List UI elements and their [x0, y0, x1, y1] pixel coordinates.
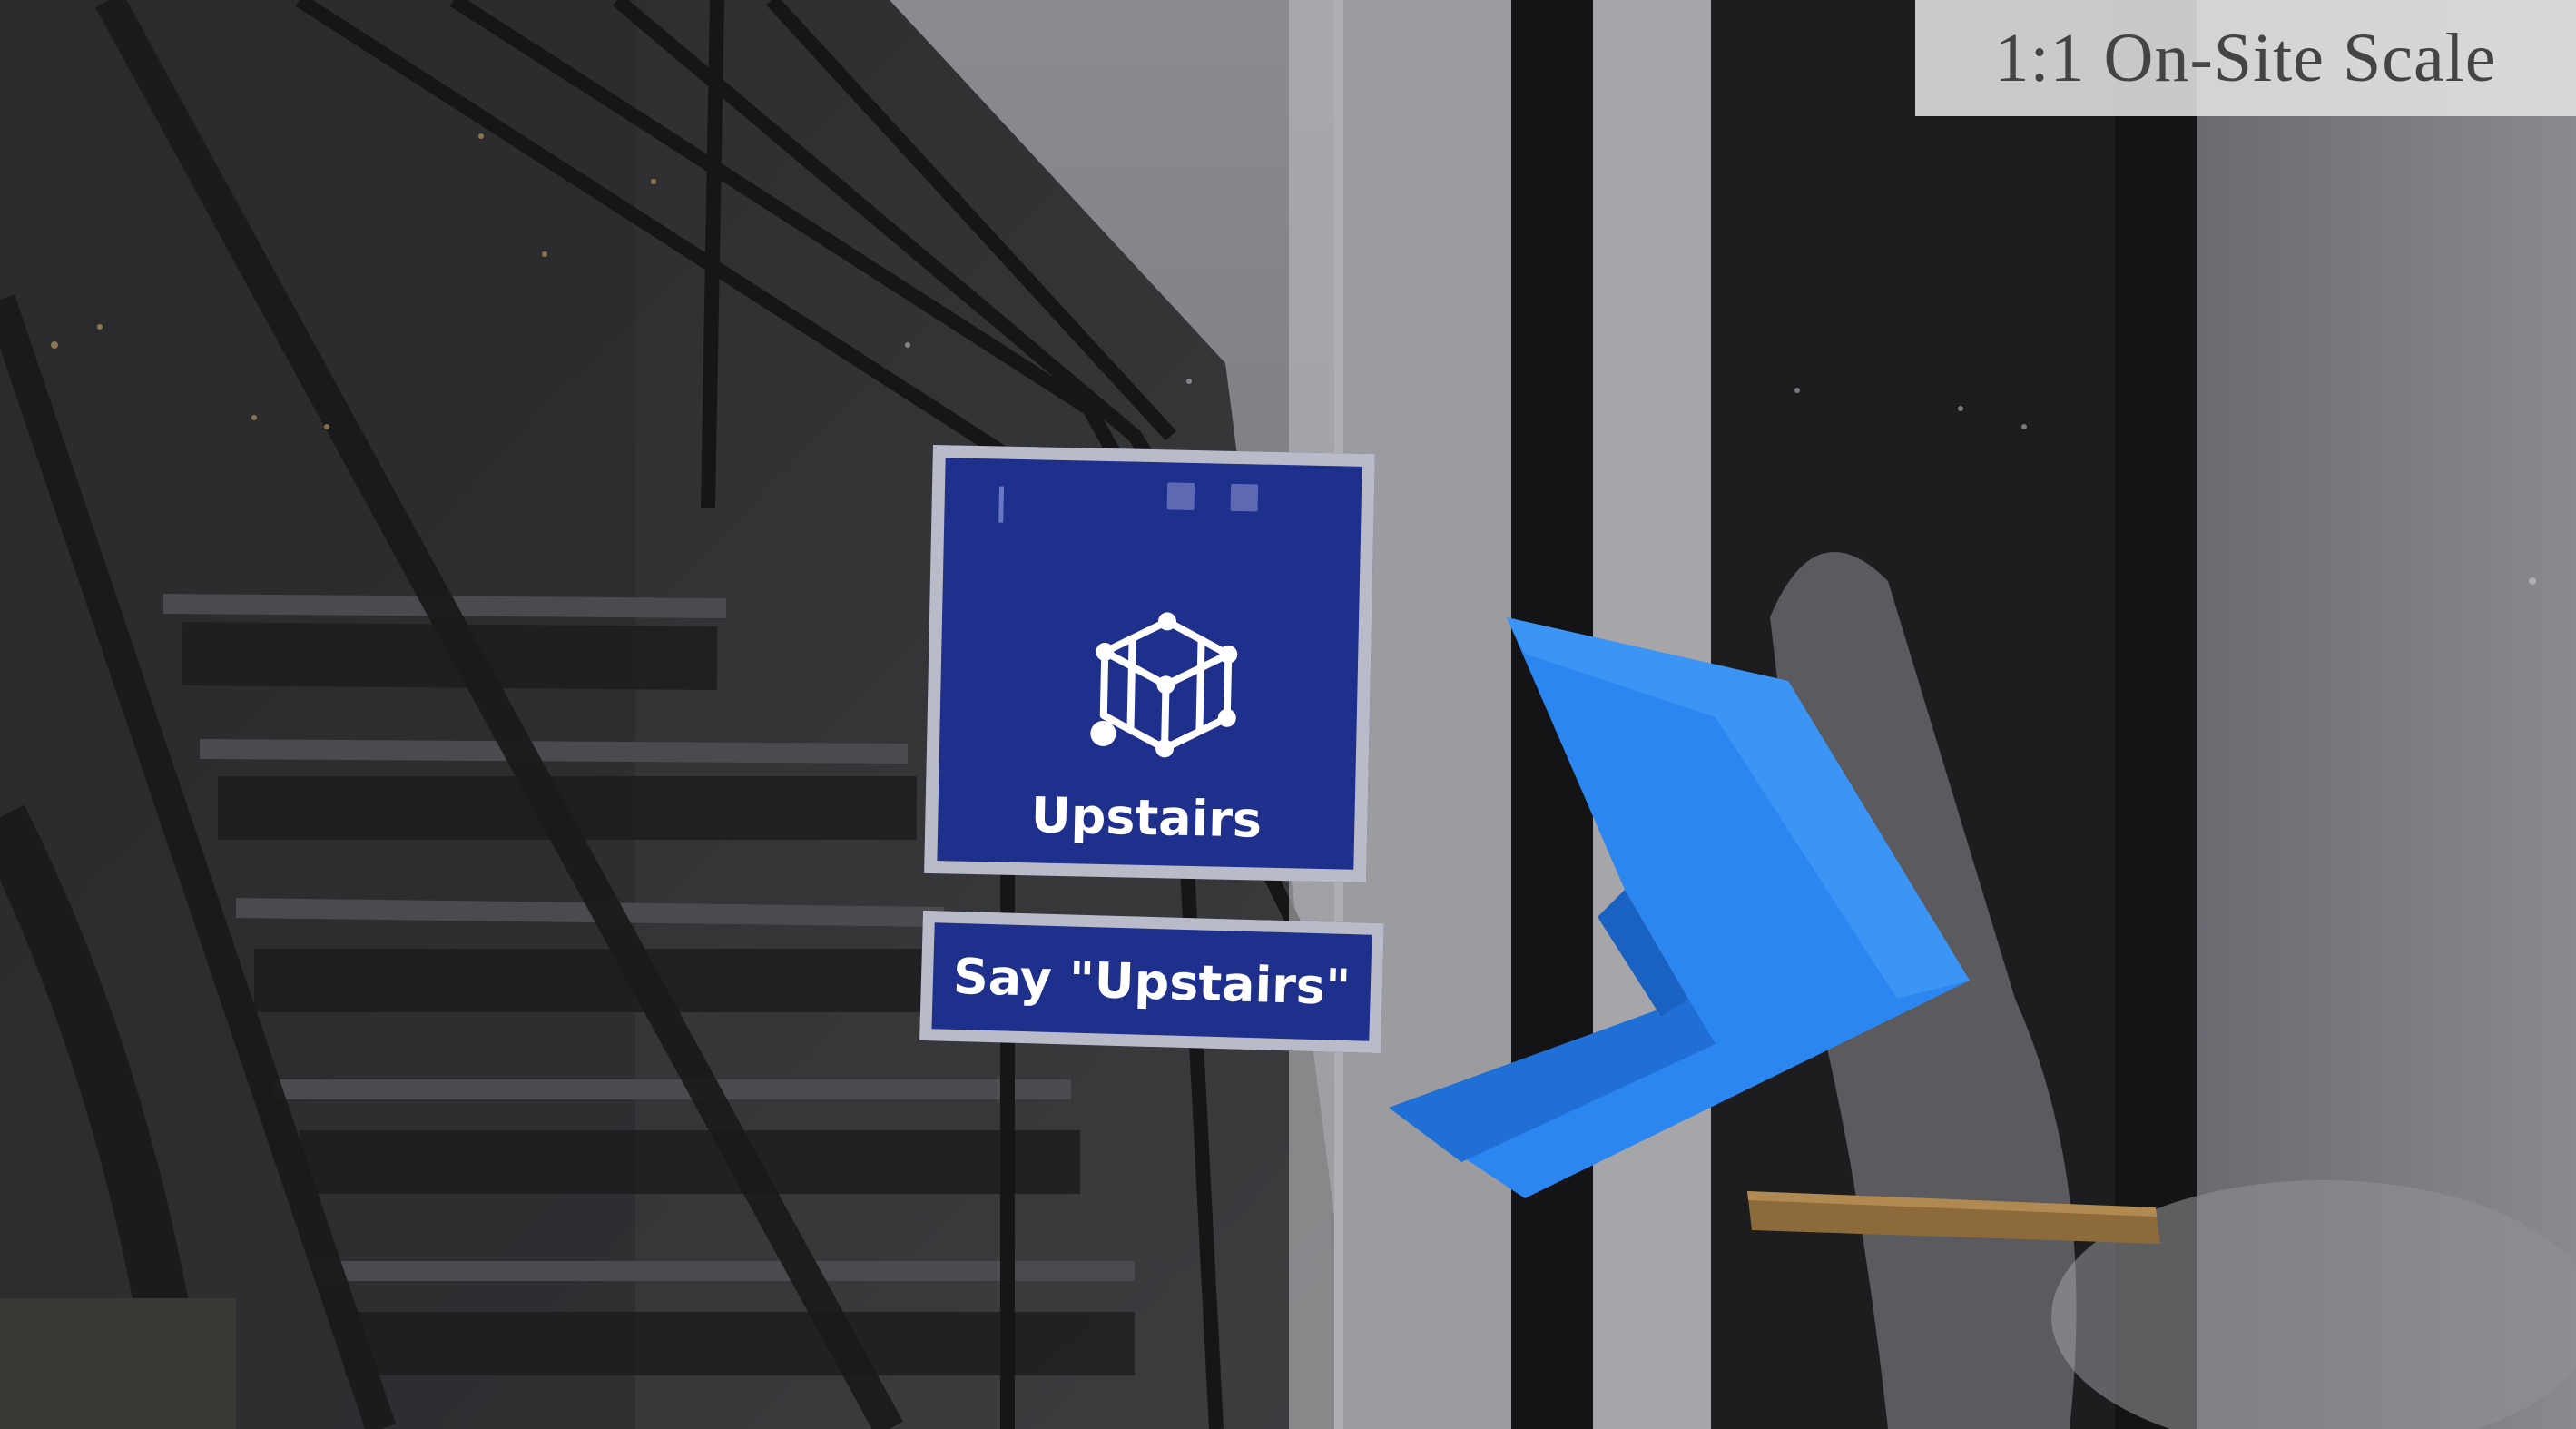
scale-badge-label: 1:1 On-Site Scale	[1994, 19, 2497, 96]
voice-command-text: Say "Upstairs"	[952, 947, 1352, 1017]
tile-indicator-dots	[1166, 482, 1259, 512]
mixed-reality-view: 1:1 On-Site Scale Upstairs Say "Upstairs…	[0, 0, 2576, 1429]
chevron-right-arrow-icon[interactable]	[1389, 617, 1988, 1198]
voice-command-hint: Say "Upstairs"	[919, 910, 1384, 1054]
cube-icon	[1090, 612, 1238, 758]
upstairs-waypoint-button[interactable]: Upstairs	[924, 444, 1375, 883]
waypoint-label: Upstairs	[1030, 786, 1263, 849]
scale-badge: 1:1 On-Site Scale	[1915, 0, 2576, 116]
